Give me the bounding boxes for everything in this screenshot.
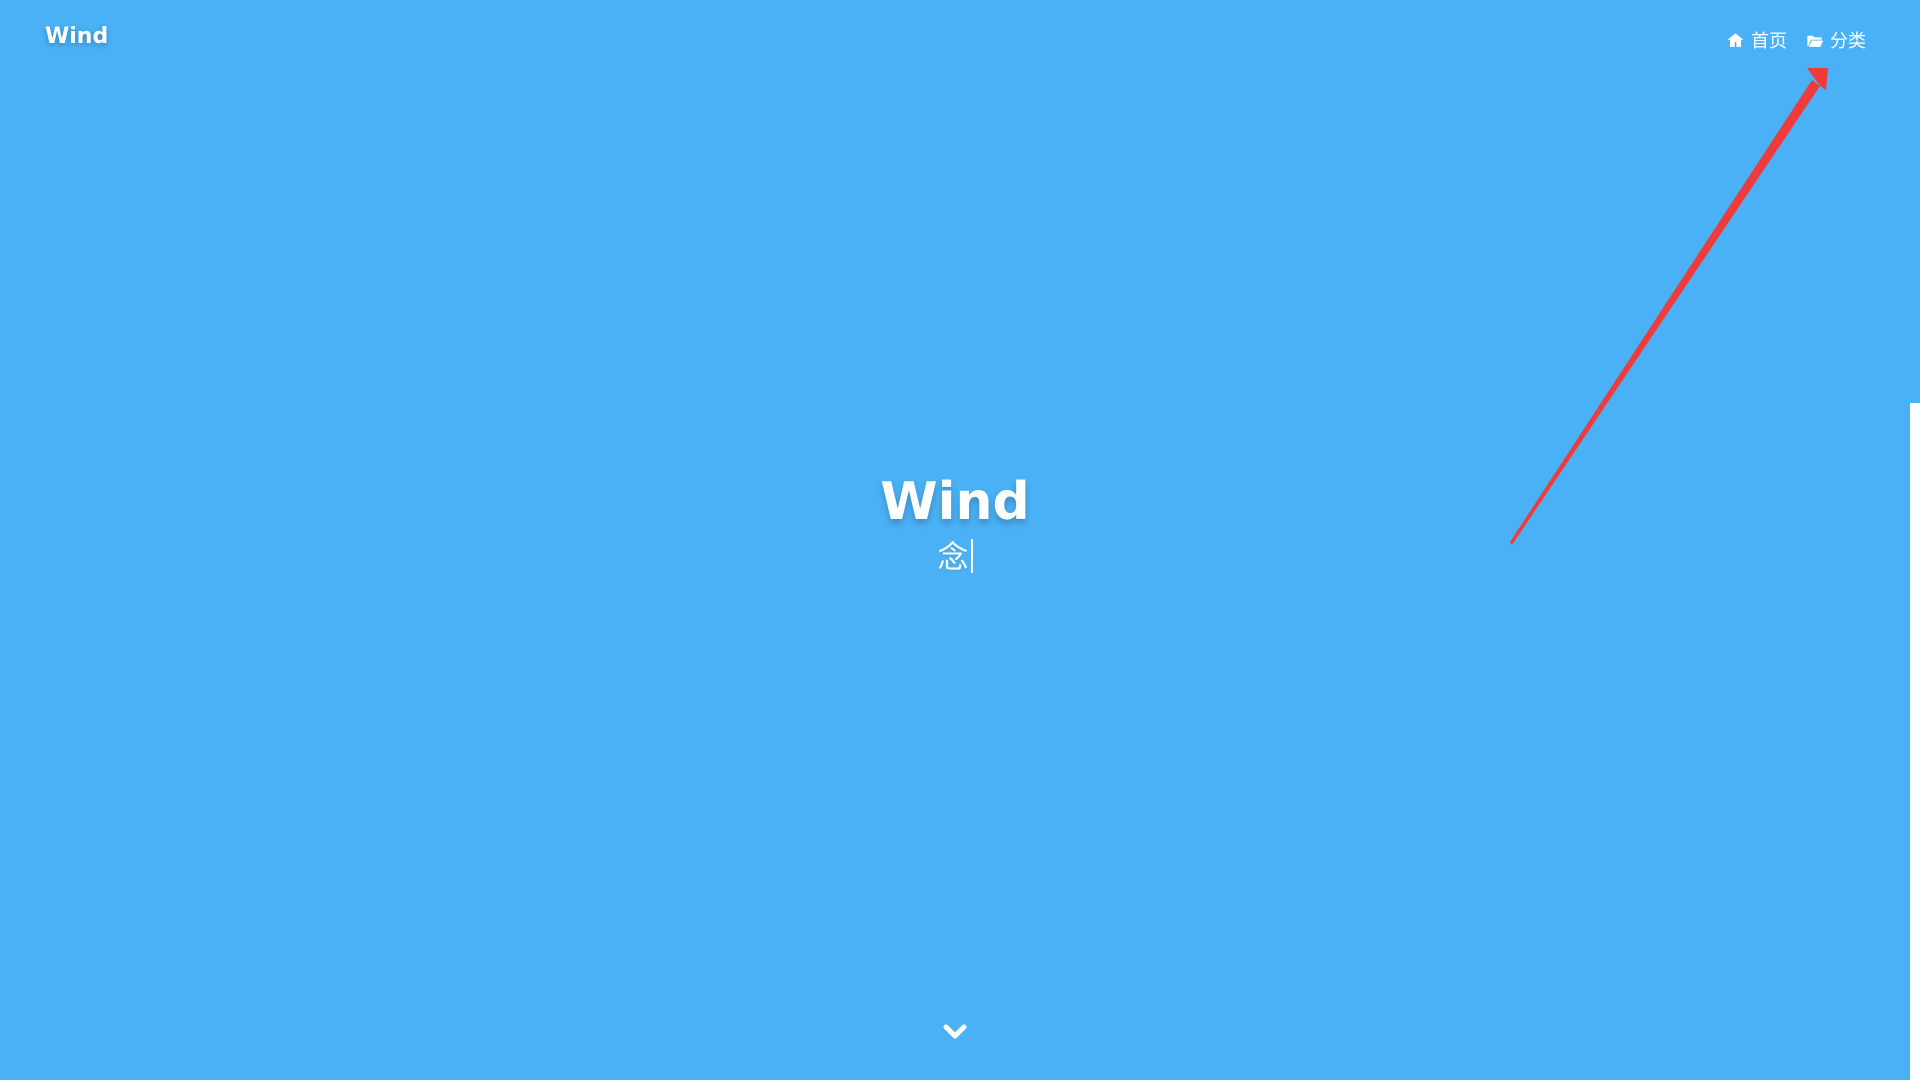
scroll-down-button[interactable]: [941, 1018, 969, 1046]
chevron-down-icon: [943, 1024, 967, 1039]
subtitle-text: 念: [937, 540, 969, 576]
site-title: Wind: [880, 472, 1030, 532]
site-brand-link[interactable]: Wind: [45, 24, 108, 49]
home-icon: [1727, 32, 1744, 47]
typing-subtitle: 念: [0, 538, 1910, 578]
page-scroll-strip: [1910, 403, 1920, 1080]
nav-categories-link[interactable]: 分类: [1805, 27, 1866, 53]
hero-content: Wind 念: [0, 472, 1910, 578]
nav-categories-label: 分类: [1830, 31, 1866, 52]
typing-cursor: [970, 539, 973, 573]
folder-open-icon: [1807, 35, 1824, 47]
top-navigation: 首页 分类: [1726, 27, 1866, 53]
nav-home-link[interactable]: 首页: [1726, 27, 1787, 53]
nav-home-label: 首页: [1751, 31, 1787, 52]
